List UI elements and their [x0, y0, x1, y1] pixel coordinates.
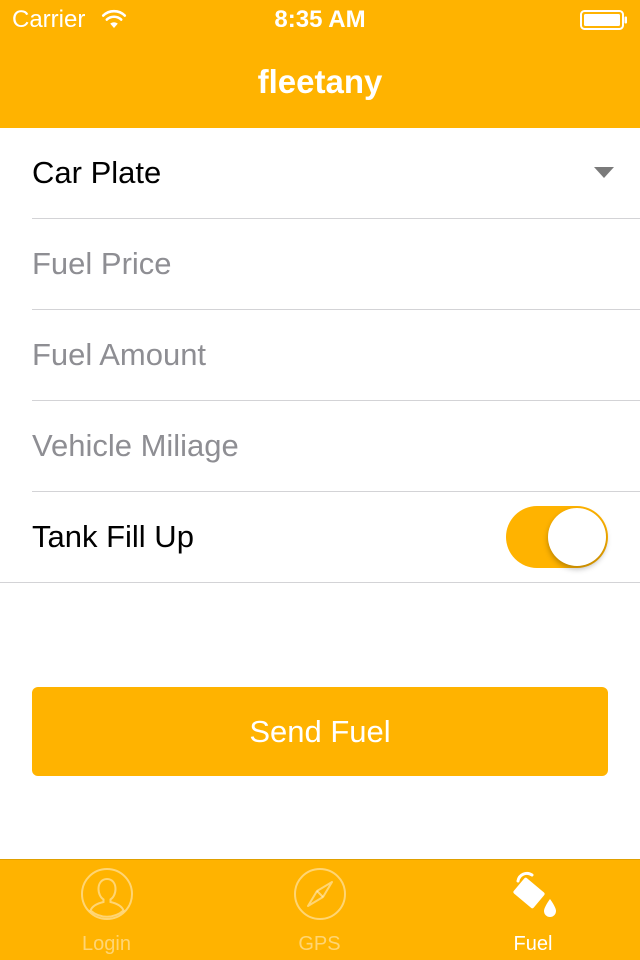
fuel-amount-input[interactable]	[32, 310, 608, 400]
tab-login-label: Login	[82, 933, 131, 955]
user-icon	[80, 868, 133, 920]
car-plate-select[interactable]: Car Plate	[32, 128, 640, 219]
tank-fill-up-toggle[interactable]	[506, 506, 608, 568]
tab-gps[interactable]: GPS	[213, 860, 426, 960]
fuel-form: Car Plate Tank Fill Up	[0, 128, 640, 583]
status-bar: Carrier 8:35 AM	[0, 0, 640, 40]
tab-login[interactable]: Login	[0, 860, 213, 960]
tab-gps-label: GPS	[298, 933, 341, 955]
tab-fuel-label: Fuel	[513, 933, 553, 955]
tab-bar: Login GPS Fuel	[0, 859, 640, 960]
tank-fill-up-label: Tank Fill Up	[32, 519, 194, 554]
page-title: fleetany	[257, 63, 383, 100]
vehicle-miliage-input[interactable]	[32, 401, 608, 491]
car-plate-label: Car Plate	[32, 155, 162, 190]
toggle-knob	[548, 508, 606, 566]
screen: Carrier 8:35 AM fleetany Car Plate Fuel …	[0, 0, 640, 960]
fuel-amount-row	[32, 310, 640, 401]
fuel-bucket-icon	[513, 871, 556, 917]
fuel-price-input[interactable]	[32, 219, 608, 309]
tab-fuel[interactable]: Fuel	[426, 860, 640, 960]
fuel-price-row	[32, 219, 640, 310]
header: Carrier 8:35 AM fleetany	[0, 0, 640, 128]
battery-icon	[580, 10, 627, 30]
send-fuel-button[interactable]: Send Fuel	[32, 687, 608, 776]
compass-icon	[293, 868, 346, 920]
status-time: 8:35 AM	[274, 6, 366, 33]
caret-down-icon	[594, 167, 614, 178]
tank-fill-up-row: Tank Fill Up	[0, 492, 640, 583]
vehicle-miliage-row	[32, 401, 640, 492]
